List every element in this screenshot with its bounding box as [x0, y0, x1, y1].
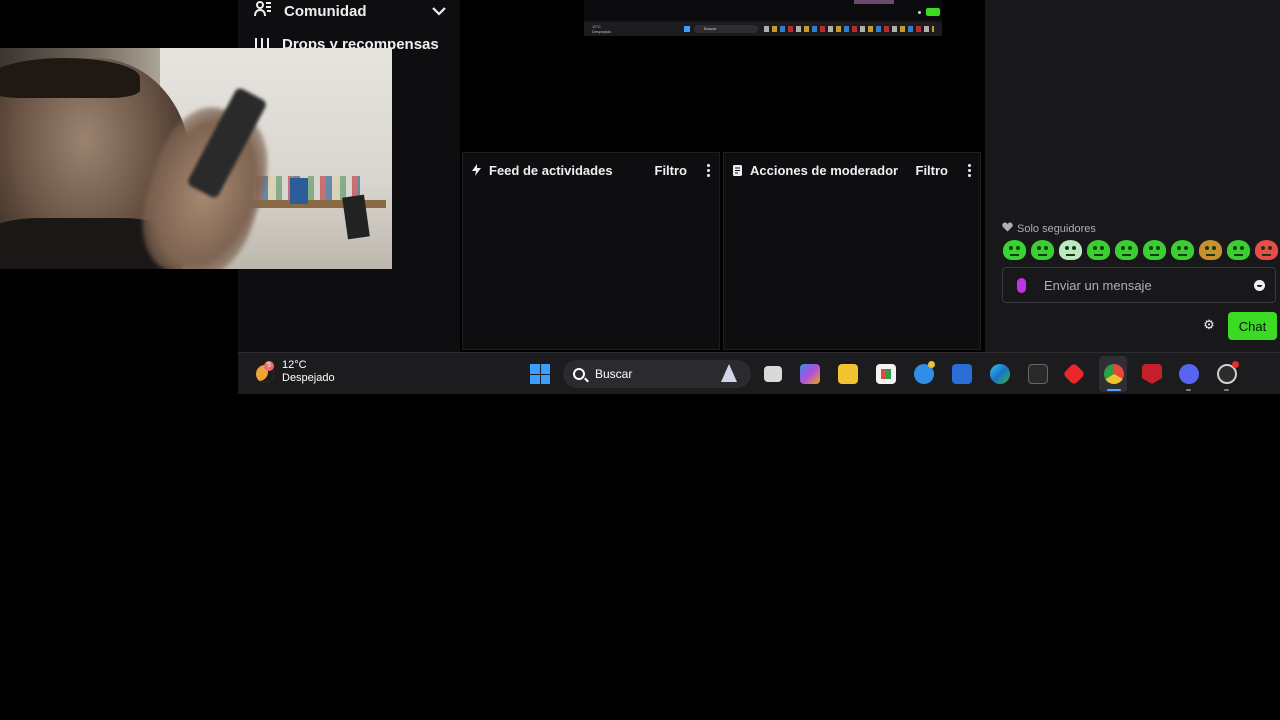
moderator-actions-filter-button[interactable]: Filtro — [916, 163, 949, 178]
more-options-icon[interactable] — [966, 163, 972, 177]
emote-icon[interactable] — [1255, 240, 1278, 260]
chat-column: Solo seguidores ⚙ Chat — [985, 0, 1280, 352]
weather-widget[interactable]: 5 12°C Despejado — [256, 359, 335, 385]
epic-games-icon[interactable] — [1028, 364, 1048, 384]
moderator-actions-title: Acciones de moderador — [750, 162, 899, 178]
community-icon — [254, 1, 272, 21]
heart-icon — [1002, 222, 1013, 235]
mcafee-icon[interactable] — [1142, 364, 1162, 384]
captured-screen-thumbnail: 12°C Despejado Buscar — [584, 0, 942, 36]
discord-icon[interactable] — [1179, 364, 1199, 384]
nav-item-comunidad[interactable]: Comunidad — [254, 1, 446, 21]
chat-message-input[interactable] — [1044, 277, 1254, 293]
file-explorer-icon[interactable] — [838, 364, 858, 384]
document-icon — [732, 164, 742, 176]
captured-screen-chat-button — [926, 8, 940, 16]
edge-icon[interactable] — [990, 364, 1010, 384]
emote-icon[interactable] — [1059, 240, 1082, 260]
captured-screen-search: Buscar — [694, 25, 758, 33]
microsoft-store-icon[interactable] — [876, 364, 896, 384]
followers-only-notice: Solo seguidores — [1002, 222, 1096, 235]
emote-row — [1003, 240, 1278, 260]
moderator-actions-panel: Acciones de moderador Filtro — [723, 152, 981, 350]
notification-dot — [928, 361, 935, 368]
chevron-down-icon[interactable] — [432, 3, 446, 20]
search-highlight-icon — [721, 364, 737, 382]
windows-taskbar: 5 12°C Despejado Buscar — [238, 352, 1280, 394]
chrome-active-indicator — [1107, 389, 1121, 391]
weather-temperature: 12°C — [282, 359, 307, 371]
chat-send-button[interactable]: Chat — [1228, 312, 1277, 340]
emote-icon[interactable] — [1115, 240, 1138, 260]
discord-running-indicator — [1186, 389, 1191, 391]
webcam-person-hair — [0, 58, 140, 98]
anydesk-icon[interactable] — [1062, 362, 1086, 386]
weather-condition: Despejado — [282, 372, 335, 384]
nav-label-comunidad: Comunidad — [284, 2, 367, 20]
task-view-icon[interactable] — [764, 366, 782, 382]
webcam-blue-box — [290, 178, 308, 204]
microphone-icon[interactable] — [1017, 277, 1026, 293]
moderator-actions-header: Acciones de moderador Filtro — [724, 153, 980, 187]
emote-icon[interactable] — [1143, 240, 1166, 260]
activity-feed-panel: Feed de actividades Filtro — [462, 152, 720, 350]
mail-icon[interactable] — [952, 364, 972, 384]
emote-icon[interactable] — [1227, 240, 1250, 260]
captured-screen-weather: 12°C Despejado — [592, 24, 612, 34]
emote-icon[interactable] — [1087, 240, 1110, 260]
captured-screen-app-icons — [764, 26, 934, 32]
taskbar-search[interactable]: Buscar — [563, 360, 751, 388]
notification-dot — [1232, 361, 1239, 368]
chat-input-box — [1002, 267, 1276, 303]
obs-running-indicator — [1224, 389, 1229, 391]
emote-icon[interactable] — [1199, 240, 1222, 260]
activity-feed-title: Feed de actividades — [489, 162, 613, 178]
activity-feed-filter-button[interactable]: Filtro — [655, 163, 688, 178]
taskbar-search-placeholder: Buscar — [595, 367, 633, 381]
webcam-overlay — [0, 48, 392, 269]
captured-screen-start-icon — [684, 26, 690, 32]
windows-start-icon[interactable] — [530, 364, 550, 384]
copilot-icon[interactable] — [800, 364, 820, 384]
activity-feed-header: Feed de actividades Filtro — [463, 153, 719, 187]
weather-badge: 5 — [264, 361, 274, 371]
moon-weather-icon: 5 — [256, 361, 276, 383]
captured-screen-taskbar: 12°C Despejado Buscar — [584, 22, 942, 36]
gear-icon[interactable]: ⚙ — [1202, 318, 1216, 332]
captured-screen-accent — [854, 0, 894, 4]
search-icon — [573, 368, 585, 380]
emote-picker-icon[interactable] — [1254, 279, 1265, 291]
emote-icon[interactable] — [1171, 240, 1194, 260]
chrome-icon[interactable] — [1104, 364, 1124, 384]
emote-icon[interactable] — [1003, 240, 1026, 260]
lightning-icon — [471, 164, 481, 176]
captured-screen-top — [584, 0, 942, 20]
followers-only-label: Solo seguidores — [1017, 222, 1096, 235]
weather-text: 12°C Despejado — [282, 359, 335, 385]
captured-screen-settings-icon — [918, 11, 921, 14]
more-options-icon[interactable] — [705, 163, 711, 177]
emote-icon[interactable] — [1031, 240, 1054, 260]
